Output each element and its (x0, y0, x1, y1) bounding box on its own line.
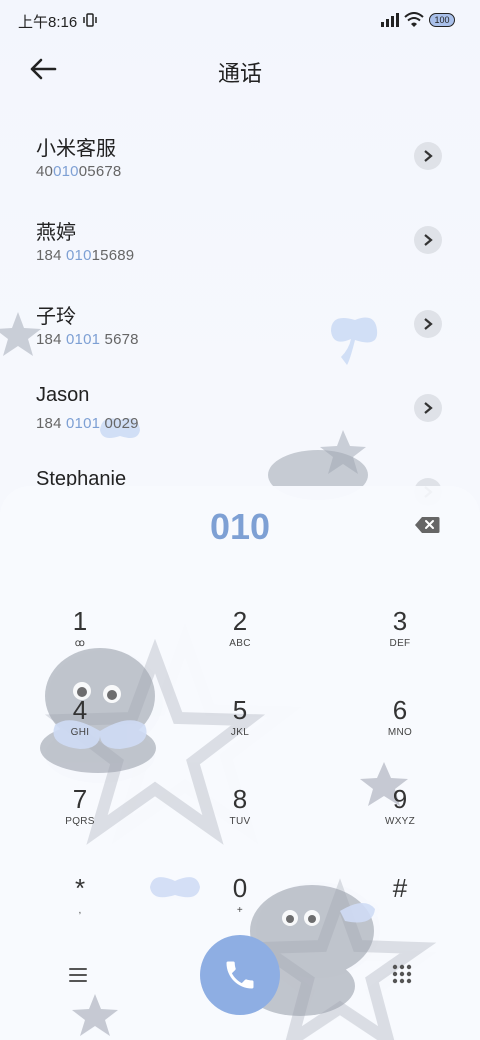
chevron-right-icon (424, 402, 433, 414)
key-hash[interactable]: # (345, 873, 455, 947)
dialpad-toggle-button[interactable] (391, 963, 413, 985)
vibrate-icon (83, 13, 97, 32)
menu-icon (69, 968, 87, 982)
contact-name: 燕婷 (36, 222, 76, 244)
contact-name: 子玲 (36, 306, 76, 328)
signal-icon (381, 13, 399, 32)
key-7[interactable]: 7 PQRS (25, 784, 135, 858)
contact-item[interactable]: 子玲 184 0101 5678 (0, 300, 480, 384)
contact-detail-button[interactable] (414, 310, 442, 338)
backspace-button[interactable] (414, 516, 440, 534)
key-6[interactable]: 6 MNO (345, 695, 455, 769)
key-3[interactable]: 3 DEF (345, 606, 455, 680)
wifi-icon (404, 12, 424, 33)
key-5[interactable]: 5 JKL (185, 695, 295, 769)
dial-input[interactable]: 010 (0, 506, 480, 548)
key-2[interactable]: 2 ABC (185, 606, 295, 680)
chevron-right-icon (424, 318, 433, 330)
contact-detail-button[interactable] (414, 142, 442, 170)
contact-number: 184 0101 0029 (36, 415, 139, 432)
contact-detail-button[interactable] (414, 394, 442, 422)
key-9[interactable]: 9 WXYZ (345, 784, 455, 858)
contact-item[interactable]: 小米客服 4001005678 (0, 132, 480, 216)
chevron-right-icon (424, 234, 433, 246)
dialpad-icon (392, 964, 412, 984)
call-button[interactable] (200, 935, 280, 1015)
chevron-right-icon (424, 150, 433, 162)
contact-number: 184 01015689 (36, 247, 135, 264)
backspace-icon (415, 517, 440, 533)
contact-number: 4001005678 (36, 163, 122, 180)
phone-icon (226, 961, 254, 989)
menu-button[interactable] (66, 965, 90, 985)
battery-indicator: 100 (429, 13, 455, 27)
contact-item[interactable]: 燕婷 184 01015689 (0, 216, 480, 300)
key-8[interactable]: 8 TUV (185, 784, 295, 858)
key-4[interactable]: 4 GHI (25, 695, 135, 769)
contact-item[interactable]: Jason 184 0101 0029 (0, 384, 480, 468)
contact-number: 184 0101 5678 (36, 331, 139, 348)
page-title: 通话 (217, 61, 262, 86)
status-time: 上午8:16 (18, 14, 78, 31)
key-1[interactable]: 1ꝏ (25, 606, 135, 680)
voicemail-icon: ꝏ (74, 638, 86, 649)
contact-name: 小米客服 (36, 138, 116, 160)
contact-detail-button[interactable] (414, 226, 442, 254)
contact-name: Jason (36, 384, 90, 406)
status-bar: 上午8:16 100 (0, 0, 480, 40)
key-star[interactable]: *, (25, 873, 135, 947)
